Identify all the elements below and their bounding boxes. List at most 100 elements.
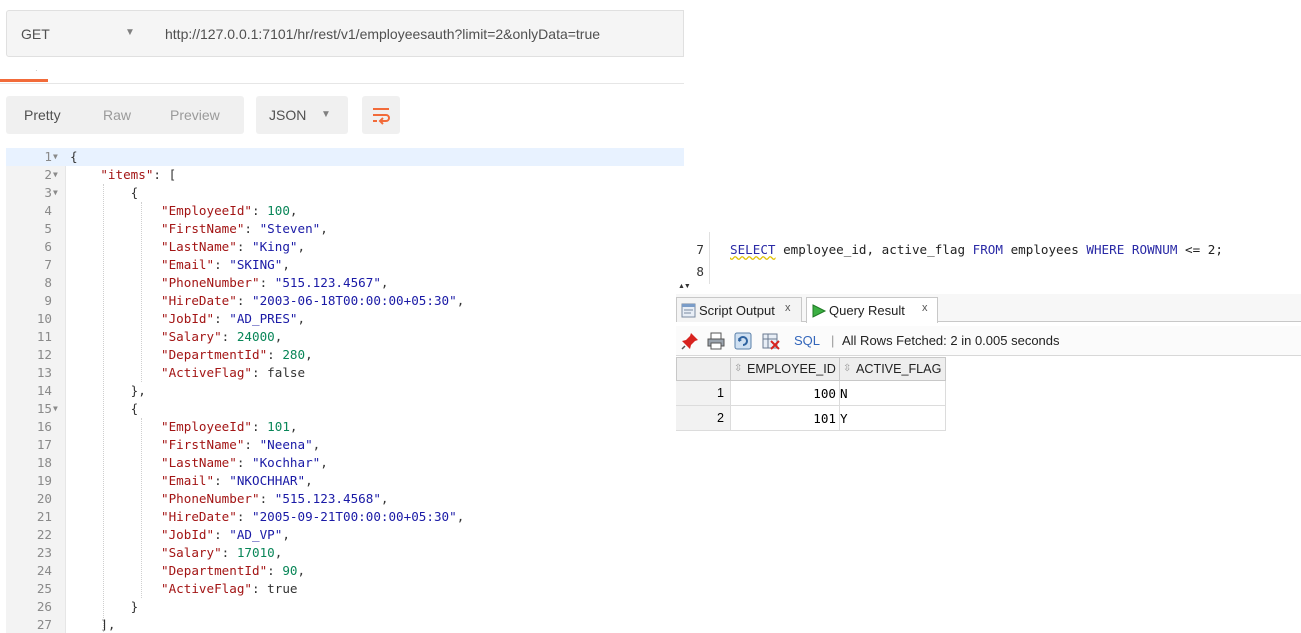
sql-link[interactable]: SQL xyxy=(794,333,820,348)
code-punct xyxy=(70,509,161,524)
json-key: "PhoneNumber" xyxy=(161,491,260,506)
json-key: "HireDate" xyxy=(161,293,237,308)
line-number: 23 xyxy=(36,545,52,560)
code-punct xyxy=(70,455,161,470)
code-text: "DepartmentId": 90, xyxy=(70,562,305,580)
line-number: 11 xyxy=(36,329,52,344)
line-number: 10 xyxy=(36,311,52,326)
fold-toggle-icon[interactable]: ▼ xyxy=(53,148,58,166)
format-raw-button[interactable]: Raw xyxy=(103,107,131,123)
column-header-active-flag[interactable]: ⇳ ACTIVE_FLAG xyxy=(839,357,946,381)
code-punct xyxy=(70,275,161,290)
refresh-icon[interactable] xyxy=(734,332,752,350)
json-value: "2003-06-18T00:00:00+05:30" xyxy=(252,293,457,308)
close-icon[interactable]: x xyxy=(785,302,791,314)
row-number[interactable]: 1 xyxy=(676,381,731,406)
sql-keyword: ROWNUM xyxy=(1131,242,1178,257)
grid-cell[interactable]: Y xyxy=(840,406,946,431)
format-pretty-button[interactable]: Pretty xyxy=(24,107,61,123)
wrap-lines-button[interactable] xyxy=(362,96,400,134)
line-number: 4 xyxy=(44,203,52,218)
row-number[interactable]: 2 xyxy=(676,406,731,431)
code-text: "ActiveFlag": true xyxy=(70,580,298,598)
code-line: 13 "ActiveFlag": false xyxy=(6,364,684,382)
code-line: 5 "FirstName": "Steven", xyxy=(6,220,684,238)
tab-script-output[interactable]: Script Output x xyxy=(676,297,802,322)
method-label: GET xyxy=(21,26,50,42)
response-body-editor[interactable]: 1 ▼{2 ▼ "items": [3 ▼ {4 "EmployeeId": 100,… xyxy=(6,148,684,633)
sql-keyword: SELECT xyxy=(730,242,776,257)
code-punct: , xyxy=(274,329,283,344)
code-line: 8 "PhoneNumber": "515.123.4567", xyxy=(6,274,684,292)
json-key: "DepartmentId" xyxy=(161,563,268,578)
sort-icon: ⇳ xyxy=(843,363,852,374)
url-input[interactable]: http://127.0.0.1:7101/hr/rest/v1/employe… xyxy=(153,10,684,57)
close-icon[interactable]: x xyxy=(922,302,928,314)
code-punct xyxy=(70,491,161,506)
pin-icon[interactable] xyxy=(681,332,699,350)
column-header-employee-id[interactable]: ⇳ EMPLOYEE_ID xyxy=(730,357,840,381)
code-punct: , xyxy=(297,563,306,578)
sql-keyword: FROM xyxy=(972,242,1003,257)
code-punct xyxy=(70,581,161,596)
language-select[interactable]: JSON ▼ xyxy=(256,96,348,134)
splitter-arrows-icon[interactable]: ▲▼ xyxy=(678,283,691,290)
code-punct xyxy=(70,437,161,452)
chevron-down-icon: ▼ xyxy=(125,27,135,38)
code-line: 21 "HireDate": "2005-09-21T00:00:00+05:3… xyxy=(6,508,684,526)
code-text: "Salary": 24000, xyxy=(70,328,282,346)
grid-cell[interactable]: 101 xyxy=(731,406,840,431)
code-line: 26 } xyxy=(6,598,684,616)
sql-line-number: 7 xyxy=(696,242,704,257)
sql-columns: employee_id, active_flag xyxy=(775,242,973,257)
line-number: 6 xyxy=(44,239,52,254)
fold-toggle-icon[interactable]: ▼ xyxy=(53,400,58,418)
code-text: "EmployeeId": 101, xyxy=(70,418,298,436)
line-number: 3 xyxy=(44,185,52,200)
code-line: 9 "HireDate": "2003-06-18T00:00:00+05:30… xyxy=(6,292,684,310)
method-select[interactable]: GET ▼ xyxy=(6,10,154,57)
json-key: "LastName" xyxy=(161,239,237,254)
format-preview-button[interactable]: Preview xyxy=(170,107,220,123)
json-key: "Salary" xyxy=(161,329,222,344)
json-value: 100 xyxy=(267,203,290,218)
code-text: "PhoneNumber": "515.123.4568", xyxy=(70,490,389,508)
sql-statement: SELECT employee_id, active_flag FROM emp… xyxy=(730,242,1223,257)
json-key: "DepartmentId" xyxy=(161,347,268,362)
print-icon[interactable] xyxy=(707,332,725,350)
code-punct xyxy=(70,419,161,434)
code-punct: , xyxy=(297,311,306,326)
json-key: "LastName" xyxy=(161,455,237,470)
chevron-down-icon: ▼ xyxy=(321,109,331,120)
json-key: "ActiveFlag" xyxy=(161,365,252,380)
grid-cell[interactable]: N xyxy=(840,381,946,406)
code-punct xyxy=(70,311,161,326)
fetch-status: All Rows Fetched: 2 in 0.005 seconds xyxy=(842,333,1060,348)
line-number: 2 xyxy=(44,167,52,182)
json-value: "2005-09-21T00:00:00+05:30" xyxy=(252,509,457,524)
sql-line-number: 8 xyxy=(696,264,704,279)
code-punct: }, xyxy=(70,383,146,398)
code-punct: , xyxy=(282,527,290,542)
fold-toggle-icon[interactable]: ▼ xyxy=(53,184,58,202)
sql-worksheet[interactable]: 7 8 SELECT employee_id, active_flag FROM… xyxy=(676,232,1301,290)
tab-query-result[interactable]: Query Result x xyxy=(806,297,938,323)
json-value: [ xyxy=(168,167,177,182)
fold-toggle-icon[interactable]: ▼ xyxy=(53,166,58,184)
json-value: "Kochhar" xyxy=(252,455,321,470)
freeze-edit-icon[interactable] xyxy=(762,332,780,350)
code-punct: , xyxy=(380,491,389,506)
json-value: "AD_PRES" xyxy=(229,311,298,326)
grid-cell[interactable]: 100 xyxy=(731,381,840,406)
code-punct: , xyxy=(274,545,283,560)
code-text: "Salary": 17010, xyxy=(70,544,282,562)
code-line: 27 ], xyxy=(6,616,684,633)
code-punct: { xyxy=(70,401,139,416)
line-number: 7 xyxy=(44,257,52,272)
code-punct: , xyxy=(289,203,298,218)
postman-panel: GET ▼ http://127.0.0.1:7101/hr/rest/v1/e… xyxy=(0,0,684,633)
indent-guide xyxy=(141,418,142,598)
line-number: 16 xyxy=(36,419,52,434)
code-text: { xyxy=(70,184,139,202)
json-key: "JobId" xyxy=(161,311,215,326)
